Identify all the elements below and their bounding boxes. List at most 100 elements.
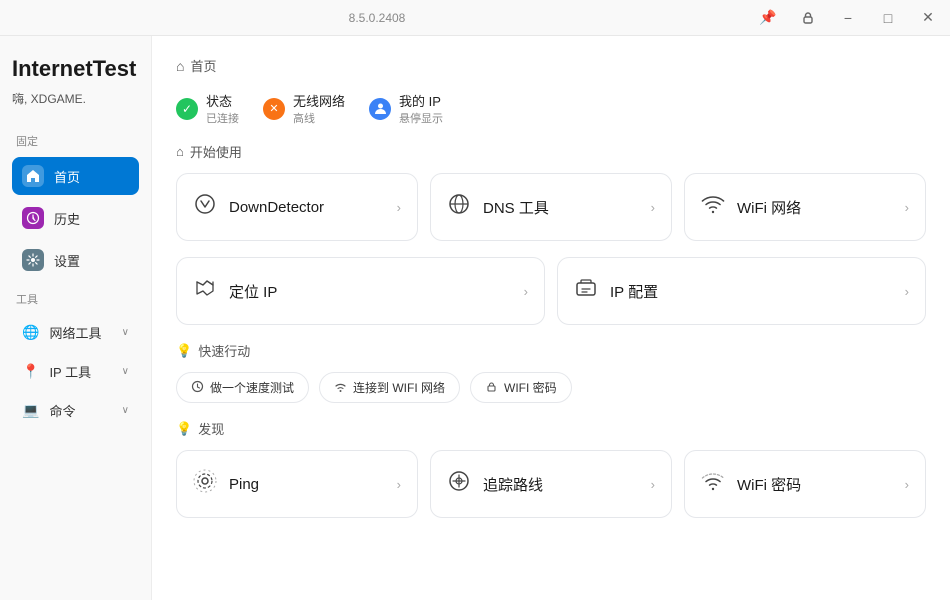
ip-tool-cards: 定位 IP › IP 配置 ›	[176, 257, 926, 325]
sidebar: InternetTest 嗨, XDGAME. 固定 首页 历史	[0, 36, 152, 600]
card-wifi-password[interactable]: WiFi 密码 ›	[684, 450, 926, 518]
main-content: ⌂ 首页 ✓ 状态 已连接 ✕ 无线网络 高线	[152, 36, 950, 600]
downdetector-label: DownDetector	[229, 199, 324, 216]
wifi-password2-arrow: ›	[905, 477, 909, 492]
dns-icon	[447, 192, 471, 222]
connected-icon: ✓	[176, 98, 198, 120]
dns-label: DNS 工具	[483, 197, 549, 218]
ip-config-label: IP 配置	[610, 281, 658, 302]
command-label: 命令	[49, 401, 75, 420]
ip-config-icon	[574, 276, 598, 306]
sidebar-item-command[interactable]: 💻 命令 ∨	[12, 393, 139, 428]
app-title: InternetTest	[12, 56, 139, 82]
quick-connect-wifi[interactable]: 连接到 WIFI 网络	[319, 372, 460, 403]
settings-icon	[22, 249, 44, 271]
locate-ip-arrow: ›	[524, 284, 528, 299]
traceroute-arrow: ›	[651, 477, 655, 492]
card-locate-ip[interactable]: 定位 IP ›	[176, 257, 545, 325]
status-row: ✓ 状态 已连接 ✕ 无线网络 高线	[176, 91, 926, 126]
quick-actions-header: 💡 快速行动	[176, 341, 926, 360]
ping-label: Ping	[229, 476, 259, 493]
quick-actions-icon: 💡	[176, 343, 192, 359]
connect-wifi-icon	[334, 380, 347, 396]
quick-speed-test[interactable]: 做一个速度测试	[176, 372, 309, 403]
command-icon: 💻	[22, 402, 39, 419]
status-item-myip[interactable]: 我的 IP 悬停显示	[369, 91, 443, 126]
quick-actions-label: 快速行动	[198, 341, 250, 360]
wifi-network-arrow: ›	[905, 200, 909, 215]
wifi-status-icon: ✕	[263, 98, 285, 120]
quick-actions-list: 做一个速度测试 连接到 WIFI 网络	[176, 372, 926, 403]
chevron-down-icon-2: ∨	[122, 366, 129, 377]
home-icon	[22, 165, 44, 187]
downdetector-arrow: ›	[397, 200, 401, 215]
status-item-connection[interactable]: ✓ 状态 已连接	[176, 91, 239, 126]
app-subtitle: 嗨, XDGAME.	[12, 90, 139, 107]
card-ip-config[interactable]: IP 配置 ›	[557, 257, 926, 325]
ping-arrow: ›	[397, 477, 401, 492]
chevron-down-icon: ∨	[122, 327, 129, 338]
version-label: 8.5.0.2408	[349, 11, 406, 25]
myip-sublabel: 悬停显示	[399, 110, 443, 126]
traceroute-label: 追踪路线	[483, 474, 543, 495]
wifi-password2-icon	[701, 469, 725, 499]
wifi-password-label: WIFI 密码	[504, 379, 557, 396]
lock-button[interactable]	[798, 8, 818, 28]
get-started-icon: ⌂	[176, 144, 184, 159]
ip-tools-icon: 📍	[22, 363, 39, 380]
wifi-network-label: WiFi 网络	[737, 197, 801, 218]
connect-wifi-label: 连接到 WIFI 网络	[353, 379, 445, 396]
discover-icon: 💡	[176, 421, 192, 437]
get-started-header: ⌂ 开始使用	[176, 142, 926, 161]
titlebar: 8.5.0.2408 📌 − □ ✕	[0, 0, 950, 36]
quick-wifi-password[interactable]: WIFI 密码	[470, 372, 572, 403]
breadcrumb: ⌂ 首页	[176, 56, 926, 75]
discover-cards: Ping › 追踪路线 ›	[176, 450, 926, 518]
pin-button[interactable]: 📌	[758, 8, 778, 28]
card-ping[interactable]: Ping ›	[176, 450, 418, 518]
dns-arrow: ›	[651, 200, 655, 215]
sidebar-history-label: 历史	[54, 209, 80, 228]
card-wifi-network[interactable]: WiFi 网络 ›	[684, 173, 926, 241]
card-dns[interactable]: DNS 工具 ›	[430, 173, 672, 241]
wifi-network-icon	[701, 192, 725, 222]
breadcrumb-home-icon: ⌂	[176, 58, 184, 74]
discover-label: 发现	[198, 419, 224, 438]
main-tool-cards: DownDetector › DNS 工具 ›	[176, 173, 926, 241]
status-sublabel: 已连接	[206, 110, 239, 126]
traceroute-icon	[447, 469, 471, 499]
sidebar-item-history[interactable]: 历史	[12, 199, 139, 237]
tools-label: 工具	[16, 291, 139, 307]
speed-test-icon	[191, 380, 204, 396]
sidebar-item-ip-tools[interactable]: 📍 IP 工具 ∨	[12, 354, 139, 389]
ping-icon	[193, 469, 217, 499]
minimize-button[interactable]: −	[838, 8, 858, 28]
sidebar-item-network-tools[interactable]: 🌐 网络工具 ∨	[12, 315, 139, 350]
status-label: 状态	[206, 91, 239, 110]
myip-label: 我的 IP	[399, 91, 443, 110]
card-traceroute[interactable]: 追踪路线 ›	[430, 450, 672, 518]
close-button[interactable]: ✕	[918, 8, 938, 28]
window-controls: 📌 − □ ✕	[758, 8, 938, 28]
downdetector-icon	[193, 192, 217, 222]
locate-ip-label: 定位 IP	[229, 281, 277, 302]
chevron-down-icon-3: ∨	[122, 405, 129, 416]
wifi-sublabel: 高线	[293, 110, 345, 126]
network-tools-label: 网络工具	[49, 323, 101, 342]
breadcrumb-label: 首页	[190, 56, 216, 75]
ip-config-arrow: ›	[905, 284, 909, 299]
fixed-label: 固定	[16, 133, 139, 149]
ip-tools-label: IP 工具	[49, 362, 91, 381]
history-icon	[22, 207, 44, 229]
locate-ip-icon	[193, 276, 217, 306]
get-started-label: 开始使用	[190, 142, 242, 161]
card-downdetector[interactable]: DownDetector ›	[176, 173, 418, 241]
wifi-password2-label: WiFi 密码	[737, 474, 801, 495]
sidebar-item-home[interactable]: 首页	[12, 157, 139, 195]
maximize-button[interactable]: □	[878, 8, 898, 28]
status-item-wifi[interactable]: ✕ 无线网络 高线	[263, 91, 345, 126]
sidebar-home-label: 首页	[54, 167, 80, 186]
discover-header: 💡 发现	[176, 419, 926, 438]
sidebar-item-settings[interactable]: 设置	[12, 241, 139, 279]
speed-test-label: 做一个速度测试	[210, 379, 294, 396]
